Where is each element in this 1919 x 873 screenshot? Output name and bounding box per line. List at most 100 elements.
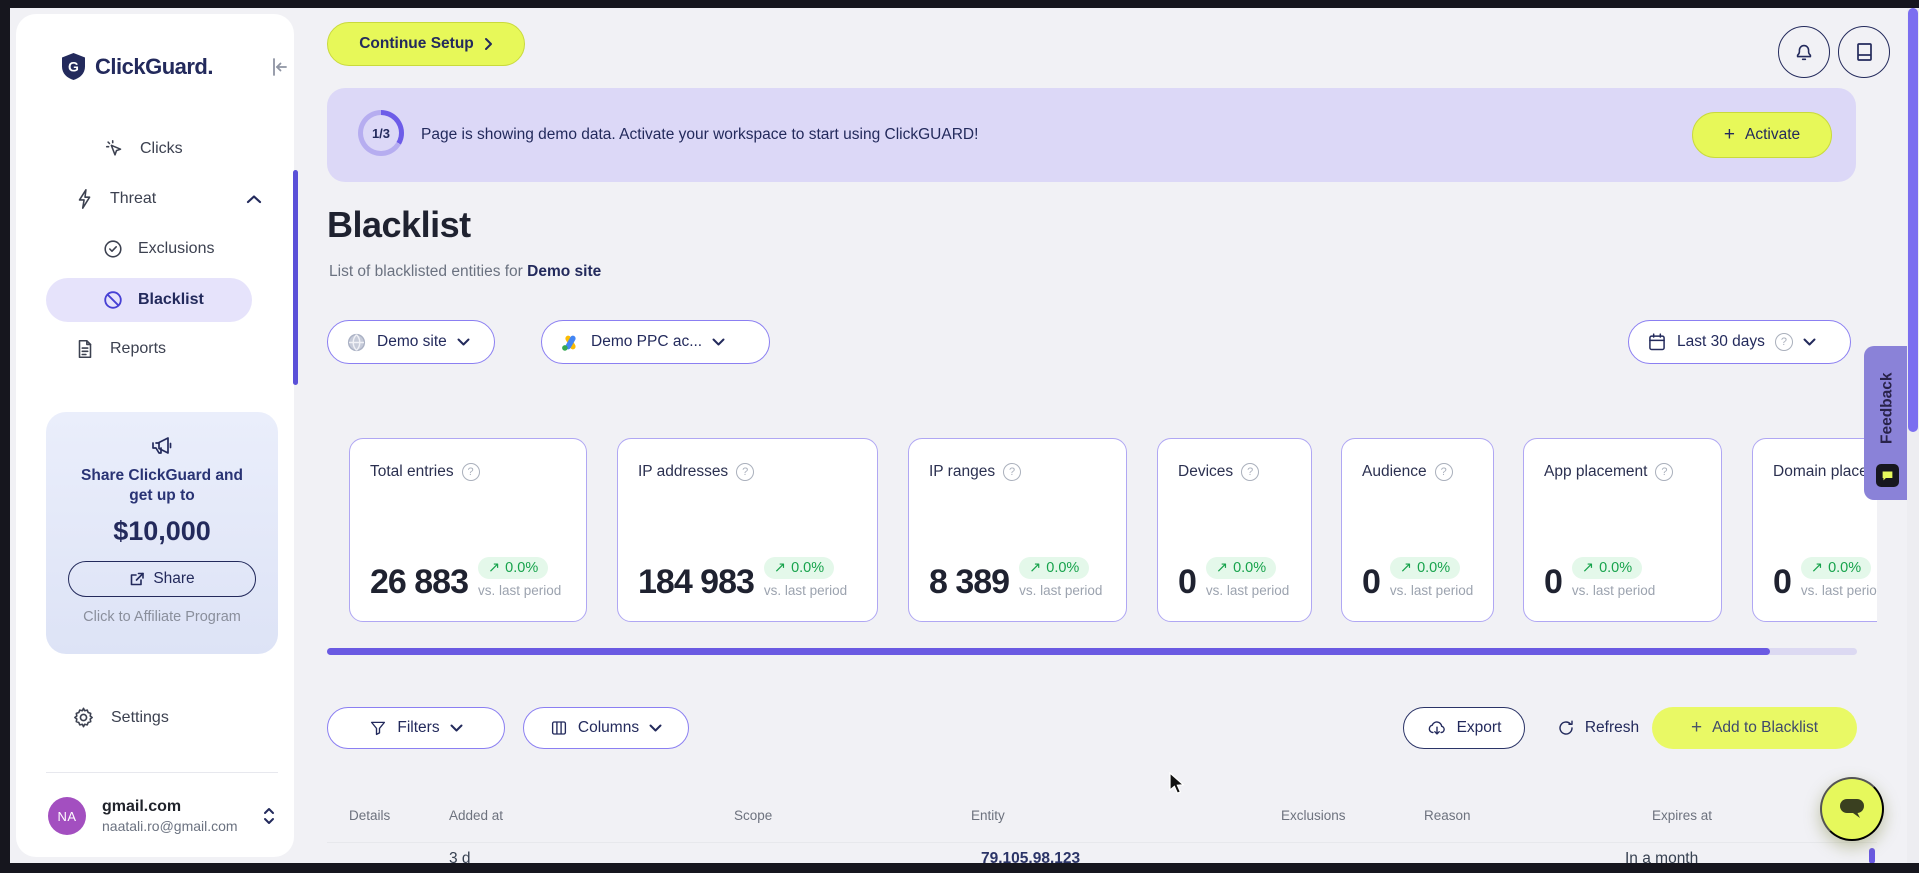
feedback-chat-icon: [1876, 464, 1899, 487]
demo-data-banner: 1/3 Page is showing demo data. Activate …: [327, 88, 1856, 182]
badge-check-icon: [102, 238, 124, 260]
notifications-button[interactable]: [1778, 26, 1830, 78]
bell-icon: [1793, 41, 1815, 63]
column-header-details[interactable]: Details: [349, 808, 390, 823]
page-subtitle-text: List of blacklisted entities for: [329, 263, 523, 280]
logo[interactable]: G ClickGuard.: [60, 52, 213, 81]
stat-value: 26 883: [370, 563, 469, 601]
chevron-down-icon: [1803, 338, 1816, 346]
column-header-entity[interactable]: Entity: [971, 808, 1005, 823]
stat-label: IP addresses: [638, 463, 729, 480]
sidebar-item-label: Clicks: [140, 140, 183, 157]
help-icon[interactable]: ?: [461, 463, 480, 481]
chat-widget-button[interactable]: [1820, 777, 1884, 841]
chevron-up-icon[interactable]: [246, 194, 262, 204]
sidebar-scroll-indicator: [293, 170, 298, 385]
help-icon[interactable]: ?: [1434, 463, 1453, 481]
blocked-circle-icon: [102, 289, 124, 311]
help-icon[interactable]: ?: [736, 463, 755, 481]
lightning-icon: [74, 188, 96, 210]
stat-card-ip-addresses: IP addresses? 184 983 ↗ 0.0% vs. last per…: [617, 438, 878, 622]
date-range-label: Last 30 days: [1677, 333, 1765, 350]
column-header-reason[interactable]: Reason: [1424, 808, 1471, 823]
continue-setup-button[interactable]: Continue Setup: [327, 22, 525, 66]
activate-button[interactable]: + Activate: [1692, 112, 1832, 158]
clickguard-shield-icon: G: [60, 52, 87, 81]
column-header-added-at[interactable]: Added at: [449, 808, 503, 823]
sidebar-item-label: Exclusions: [138, 240, 215, 257]
stat-label: Devices: [1178, 463, 1234, 480]
sidebar-item-blacklist[interactable]: Blacklist: [46, 278, 252, 322]
export-label: Export: [1456, 719, 1502, 736]
help-icon: ?: [1774, 333, 1793, 351]
megaphone-icon: [46, 434, 278, 458]
affiliate-promo-card[interactable]: Share ClickGuard and get up to $10,000 S…: [46, 412, 278, 654]
feedback-tab[interactable]: Feedback: [1864, 346, 1911, 500]
trend-up-icon: ↗: [488, 560, 501, 576]
sidebar-item-clicks[interactable]: Clicks: [104, 138, 183, 160]
account-name: gmail.com: [102, 798, 182, 815]
app-name: ClickGuard.: [95, 53, 213, 79]
ppc-account-selector[interactable]: Demo PPC ac...: [541, 320, 770, 364]
sidebar-item-threat[interactable]: Threat: [74, 188, 156, 210]
window-frame: [0, 0, 10, 873]
columns-label: Columns: [577, 719, 640, 736]
column-header-expires-at[interactable]: Expires at: [1652, 808, 1712, 823]
stats-cards-row: Total entries? 26 883 ↗ 0.0% vs. last per…: [327, 438, 1877, 622]
stat-compare: vs. last period: [1800, 583, 1877, 598]
trend-up-icon: ↗: [1215, 560, 1229, 576]
avatar: NA: [48, 797, 86, 835]
continue-setup-label: Continue Setup: [359, 35, 474, 52]
scrollbar-thumb[interactable]: [1908, 8, 1918, 432]
stat-compare: vs. last period: [1571, 583, 1656, 598]
site-selector[interactable]: Demo site: [327, 320, 495, 364]
date-range-selector[interactable]: Last 30 days ?: [1628, 320, 1851, 364]
sidebar-item-label: Blacklist: [138, 291, 204, 308]
sidebar-item-label: Reports: [110, 340, 167, 357]
sidebar-collapse-icon[interactable]: [268, 56, 290, 78]
trend-up-icon: ↗: [773, 560, 787, 576]
stat-value: 0: [1178, 563, 1197, 601]
account-switcher[interactable]: NA gmail.com naatali.ro@gmail.com: [48, 797, 274, 835]
scrollbar-thumb[interactable]: [327, 648, 1770, 655]
help-icon[interactable]: ?: [1003, 463, 1022, 481]
stat-compare: vs. last period: [1389, 583, 1474, 598]
window-frame: [0, 863, 1919, 873]
sidebar-item-exclusions[interactable]: Exclusions: [102, 238, 214, 260]
google-ads-icon: [560, 332, 581, 353]
help-icon[interactable]: ?: [1655, 463, 1674, 481]
column-header-scope[interactable]: Scope: [734, 808, 772, 823]
help-icon[interactable]: ?: [1241, 463, 1260, 481]
cards-horizontal-scrollbar[interactable]: [327, 648, 1857, 655]
promo-text: Share ClickGuard and get up to: [81, 467, 243, 504]
stat-label: IP ranges: [929, 463, 996, 480]
page-scrollbar[interactable]: [1907, 8, 1919, 863]
screen: G ClickGuard. Clicks Threat Exclusions B…: [0, 0, 1919, 873]
mouse-cursor: [1168, 772, 1188, 796]
share-button[interactable]: Share: [68, 561, 256, 597]
refresh-button[interactable]: Refresh: [1543, 707, 1653, 749]
documentation-button[interactable]: [1838, 26, 1890, 78]
window-frame: [0, 0, 1919, 8]
funnel-icon: [369, 719, 387, 737]
trend-up-icon: ↗: [1399, 560, 1413, 576]
trend-badge: ↗ 0.0%: [1800, 557, 1872, 579]
column-header-exclusions[interactable]: Exclusions: [1281, 808, 1346, 823]
columns-button[interactable]: Columns: [523, 707, 689, 749]
stat-value: 8 389: [929, 563, 1010, 601]
stat-label: Audience: [1362, 463, 1427, 480]
chevron-right-icon: [484, 37, 493, 51]
add-to-blacklist-button[interactable]: + Add to Blacklist: [1652, 707, 1857, 749]
cloud-download-icon: [1427, 719, 1447, 737]
filters-button[interactable]: Filters: [327, 707, 505, 749]
table-scrollbar-thumb[interactable]: [1869, 848, 1875, 864]
refresh-label: Refresh: [1584, 719, 1640, 736]
stat-value: 0: [1544, 563, 1563, 601]
external-link-icon: [129, 571, 145, 587]
stat-card-audience: Audience? 0 ↗ 0.0% vs. last period: [1341, 438, 1494, 622]
export-button[interactable]: Export: [1403, 707, 1525, 749]
sidebar-item-settings[interactable]: Settings: [72, 706, 169, 729]
sidebar-item-reports[interactable]: Reports: [74, 338, 166, 360]
chevron-down-icon: [457, 338, 470, 346]
trend-badge: ↗ 0.0%: [763, 557, 835, 579]
